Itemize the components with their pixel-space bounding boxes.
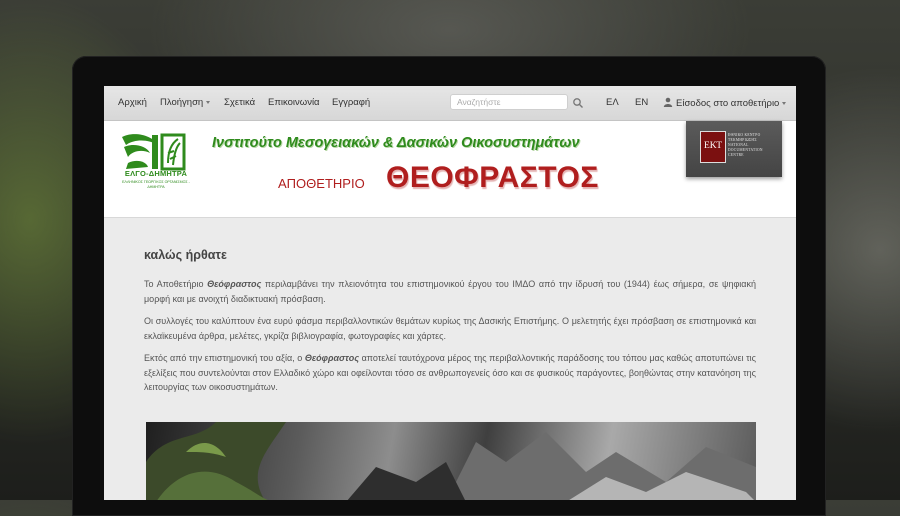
login-menu-label: Είσοδος στο αποθετήριο xyxy=(676,98,780,109)
nav-about[interactable]: Σχετικά xyxy=(224,97,255,108)
chevron-down-icon xyxy=(782,102,787,105)
intro-paragraph-1: Το Αποθετήριο Θεόφραστος περιλαμβάνει τη… xyxy=(144,277,756,306)
nav-contact[interactable]: Επικοινωνία xyxy=(268,97,320,108)
header-banner: ΕΛΓΟ-ΔΗΜΗΤΡΑ ΕΛΛΗΝΙΚΟΣ ΓΕΩΡΓΙΚΟΣ ΟΡΓΑΝΙΣ… xyxy=(104,121,796,218)
ekt-badge[interactable]: ΕΚΤ ΕΘΝΙΚΟ ΚΕΝΤΡΟ ΤΕΚΜΗΡΙΩΣΗΣ NATIONAL D… xyxy=(686,121,782,177)
top-navbar: Αρχική Πλοήγηση Σχετικά Επικοινωνία Εγγρ… xyxy=(104,86,796,121)
p1-emphasis: Θεόφραστος xyxy=(207,279,262,289)
ekt-logo-icon: ΕΚΤ xyxy=(700,131,726,163)
main-content: καλώς ήρθατε Το Αποθετήριο Θεόφραστος πε… xyxy=(144,248,756,403)
nav-register[interactable]: Εγγραφή xyxy=(332,97,370,108)
user-icon xyxy=(663,97,673,107)
repository-label: ΑΠΟΘΕΤΗΡΙΟ xyxy=(278,176,365,191)
p3-emphasis: Θεόφραστος xyxy=(304,353,359,363)
p3-text: Εκτός από την επιστημονική του αξία, ο xyxy=(144,353,305,363)
intro-paragraph-2: Οι συλλογές του καλύπτουν ένα ευρύ φάσμα… xyxy=(144,316,756,341)
ekt-text: ΕΘΝΙΚΟ ΚΕΝΤΡΟ ΤΕΚΜΗΡΙΩΣΗΣ NATIONAL DOCUM… xyxy=(728,133,763,158)
nav-browse[interactable]: Πλοήγηση xyxy=(160,97,211,108)
nav-home[interactable]: Αρχική xyxy=(118,97,147,108)
institute-title: Ινστιτούτο Μεσογειακών & Δασικών Οικοσυσ… xyxy=(212,135,580,151)
nav-browse-label: Πλοήγηση xyxy=(160,97,204,108)
ekt-logo-text: ΕΚΤ xyxy=(703,141,723,151)
photo-image xyxy=(146,422,756,500)
repository-name: ΘΕΟΦΡΑΣΤΟΣ xyxy=(386,161,599,194)
login-menu[interactable]: Είσοδος στο αποθετήριο xyxy=(663,97,787,109)
browser-screen: Αρχική Πλοήγηση Σχετικά Επικοινωνία Εγγρ… xyxy=(104,86,796,500)
lang-el[interactable]: ΕΛ xyxy=(606,97,619,108)
search-icon[interactable] xyxy=(572,96,584,108)
chevron-down-icon xyxy=(206,101,211,104)
elgo-name: ΕΛΓΟ-ΔΗΜΗΤΡΑ xyxy=(124,169,188,178)
welcome-heading: καλώς ήρθατε xyxy=(144,248,227,262)
search-input[interactable] xyxy=(450,94,568,110)
ekt-line: CENTRE xyxy=(728,153,744,157)
forest-photo xyxy=(146,422,756,500)
lang-en[interactable]: EN xyxy=(635,97,648,108)
intro-paragraph-3: Εκτός από την επιστημονική του αξία, ο Θ… xyxy=(144,351,756,395)
p1-text: Το Αποθετήριο xyxy=(144,279,208,289)
elgo-full-name: ΕΛΛΗΝΙΚΟΣ ΓΕΩΡΓΙΚΟΣ ΟΡΓΑΝΙΣΜΟΣ - ΔΗΜΗΤΡΑ xyxy=(122,180,190,189)
